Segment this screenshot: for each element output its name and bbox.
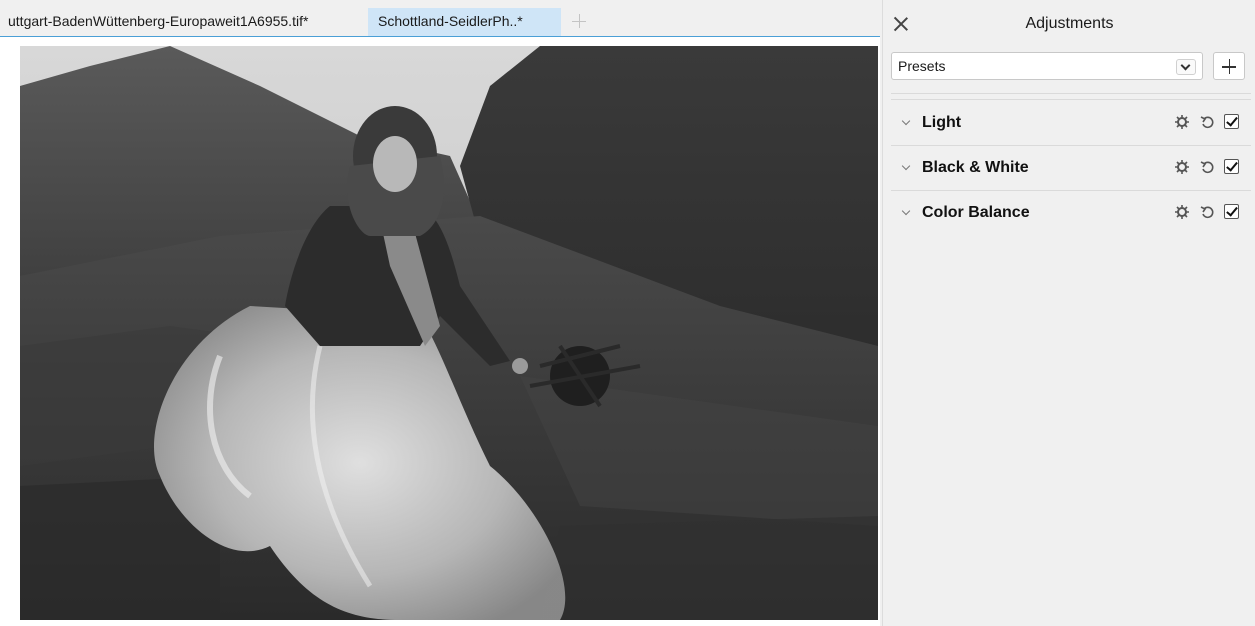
adjustment-label: Color Balance xyxy=(922,204,1030,221)
panel-title: Adjustments xyxy=(1025,15,1114,32)
gear-icon[interactable] xyxy=(1175,115,1189,129)
chevron-down-icon[interactable] xyxy=(1176,59,1196,75)
document-tab-bar: uttgart-BadenWüttenberg-Europaweit1A6955… xyxy=(0,0,880,37)
image-canvas[interactable] xyxy=(0,37,880,626)
gear-icon[interactable] xyxy=(1175,160,1189,174)
divider xyxy=(891,93,1251,94)
adjustments-panel: Adjustments Presets Light Black & White xyxy=(882,0,1255,626)
presets-dropdown[interactable]: Presets xyxy=(891,52,1203,80)
chevron-down-icon[interactable] xyxy=(901,161,911,171)
reset-icon[interactable] xyxy=(1200,160,1215,174)
panel-header: Adjustments xyxy=(883,6,1255,42)
enable-checkbox[interactable] xyxy=(1224,159,1239,174)
chevron-down-icon[interactable] xyxy=(901,116,911,126)
presets-value: Presets xyxy=(898,58,946,74)
enable-checkbox[interactable] xyxy=(1224,114,1239,129)
tab-document-1[interactable]: uttgart-BadenWüttenberg-Europaweit1A6955… xyxy=(0,8,362,36)
enable-checkbox[interactable] xyxy=(1224,204,1239,219)
add-preset-plus-icon[interactable] xyxy=(1213,52,1245,80)
gear-icon[interactable] xyxy=(1175,205,1189,219)
reset-icon[interactable] xyxy=(1200,115,1215,129)
reset-icon[interactable] xyxy=(1200,205,1215,219)
adjustment-row-light[interactable]: Light xyxy=(891,101,1251,145)
adjustment-label: Light xyxy=(922,114,962,131)
divider xyxy=(891,99,1251,100)
chevron-down-icon[interactable] xyxy=(901,206,911,216)
adjustment-row-color-balance[interactable]: Color Balance xyxy=(891,191,1251,235)
tab-document-2-active[interactable]: Schottland-SeidlerPh..* xyxy=(368,8,561,36)
adjustment-row-black-white[interactable]: Black & White xyxy=(891,146,1251,190)
new-tab-plus-icon[interactable] xyxy=(566,8,592,36)
adjustment-label: Black & White xyxy=(922,159,1029,176)
photo-image xyxy=(20,46,878,620)
